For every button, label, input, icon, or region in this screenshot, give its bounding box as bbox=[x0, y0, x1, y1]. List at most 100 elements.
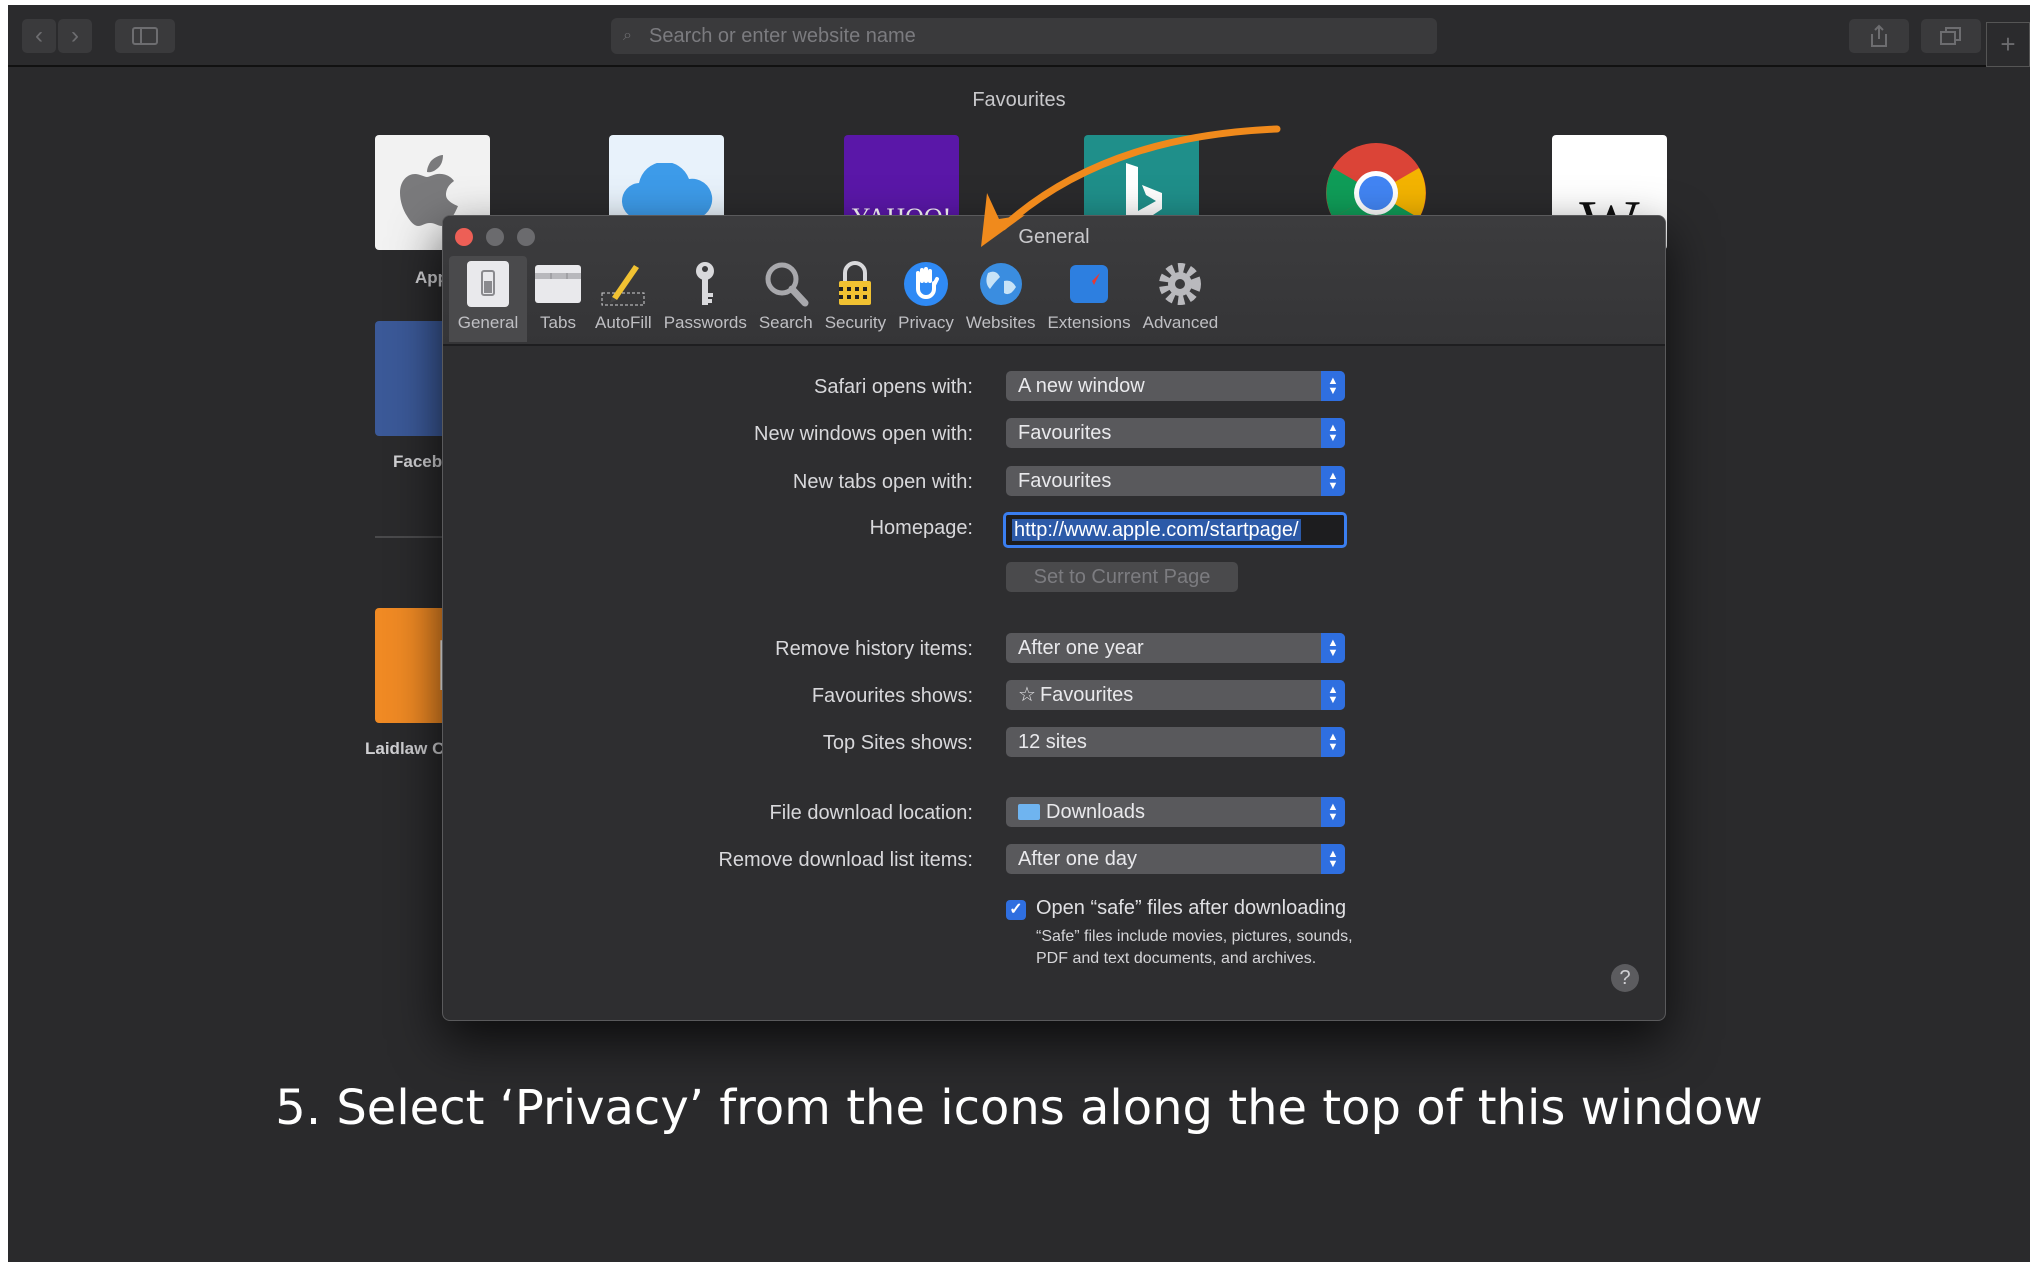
new-tabs-label: New tabs open with: bbox=[792, 471, 973, 493]
select-value: After one day bbox=[1018, 848, 1137, 870]
chevron-updown-icon: ▲ ▼ bbox=[1321, 844, 1345, 874]
tab-label: Security bbox=[824, 313, 887, 332]
homepage-label: Homepage: bbox=[869, 517, 973, 539]
select-value: After one year bbox=[1018, 637, 1144, 659]
open-safe-checkbox[interactable]: ✓ bbox=[1006, 900, 1026, 920]
chevron-updown-icon: ▲ ▼ bbox=[1321, 633, 1345, 663]
chevron-updown-icon: ▲ ▼ bbox=[1321, 727, 1345, 757]
new-windows-select[interactable]: Favourites ▲ ▼ bbox=[1006, 418, 1345, 448]
tab-general[interactable]: General bbox=[449, 256, 527, 342]
chevron-left-icon: ‹ bbox=[35, 22, 43, 49]
tab-label: General bbox=[457, 313, 519, 332]
icloud-icon bbox=[621, 162, 712, 219]
back-button[interactable]: ‹ bbox=[22, 19, 56, 53]
tabs-overview-icon bbox=[1940, 27, 1961, 45]
chevron-updown-icon: ▲ ▼ bbox=[1321, 680, 1345, 710]
address-placeholder: Search or enter website name bbox=[649, 25, 916, 47]
tab-websites[interactable]: Websites bbox=[960, 256, 1042, 342]
select-value: Favourites bbox=[1039, 684, 1134, 706]
share-icon bbox=[1871, 24, 1887, 47]
select-value: 12 sites bbox=[1018, 731, 1087, 753]
tabs-icon bbox=[535, 265, 581, 303]
favourites-title: Favourites bbox=[972, 89, 1066, 111]
select-value: Downloads bbox=[1046, 801, 1145, 823]
plus-icon: + bbox=[2000, 29, 2016, 59]
safari-opens-label: Safari opens with: bbox=[814, 376, 973, 398]
tab-label: Websites bbox=[965, 313, 1036, 332]
star-icon: ☆ bbox=[1018, 684, 1036, 706]
tab-label: Advanced bbox=[1142, 313, 1219, 332]
remove-download-row: Remove download list items: After one da… bbox=[443, 844, 1665, 878]
remove-download-select[interactable]: After one day ▲ ▼ bbox=[1006, 844, 1345, 874]
homepage-value: http://www.apple.com/startpage/ bbox=[1012, 519, 1301, 541]
downloads-folder-icon bbox=[1018, 804, 1040, 820]
new-tabs-select[interactable]: Favourites ▲ ▼ bbox=[1006, 466, 1345, 496]
favourites-shows-label: Favourites shows: bbox=[811, 685, 973, 707]
annotation-arrow bbox=[981, 125, 1281, 247]
tab-autofill[interactable]: AutoFill bbox=[589, 256, 658, 342]
tab-search[interactable]: Search bbox=[753, 256, 819, 342]
download-location-label: File download location: bbox=[769, 802, 973, 824]
general-switch-icon bbox=[467, 261, 509, 307]
key-icon bbox=[696, 262, 715, 305]
padlock-icon bbox=[839, 261, 872, 305]
chevron-right-icon: › bbox=[71, 22, 79, 49]
download-location-select[interactable]: Downloads ▲ ▼ bbox=[1006, 797, 1345, 827]
sidebar-button[interactable] bbox=[115, 19, 175, 53]
tab-passwords[interactable]: Passwords bbox=[658, 256, 753, 342]
tab-label: Privacy bbox=[898, 313, 954, 332]
share-button[interactable] bbox=[1849, 19, 1909, 53]
tab-label: Passwords bbox=[663, 313, 747, 332]
browser-toolbar: ‹ › ⌕ Search or enter website name + bbox=[8, 5, 2030, 67]
set-current-row: Set to Current Page bbox=[443, 562, 1665, 596]
open-safe-note: “Safe” files include movies, pictures, s… bbox=[1036, 928, 1353, 967]
slide: ‹ › ⌕ Search or enter website name + Fav… bbox=[8, 5, 2030, 1262]
select-value: Favourites bbox=[1018, 422, 1112, 444]
preferences-window: General General Tabs AutoFill Passwords … bbox=[442, 215, 1666, 1021]
tab-label: AutoFill bbox=[595, 313, 652, 332]
homepage-field[interactable]: http://www.apple.com/startpage/ bbox=[1003, 512, 1347, 548]
favourites-shows-select[interactable]: ☆ Favourites ▲ ▼ bbox=[1006, 680, 1345, 710]
top-sites-label: Top Sites shows: bbox=[822, 732, 973, 754]
tab-privacy[interactable]: Privacy bbox=[892, 256, 960, 342]
set-to-current-page-button[interactable]: Set to Current Page bbox=[1006, 562, 1238, 592]
tab-label: Search bbox=[758, 313, 813, 332]
favourites-divider bbox=[375, 536, 449, 538]
remove-history-label: Remove history items: bbox=[775, 638, 973, 660]
tab-label: Extensions bbox=[1047, 313, 1131, 332]
chevron-updown-icon: ▲ ▼ bbox=[1321, 797, 1345, 827]
tab-security[interactable]: Security bbox=[819, 256, 892, 342]
chevron-updown-icon: ▲ ▼ bbox=[1321, 371, 1345, 401]
tab-label: Tabs bbox=[540, 313, 576, 332]
globe-icon bbox=[979, 263, 1022, 305]
tab-extensions[interactable]: Extensions bbox=[1041, 256, 1136, 342]
remove-download-label: Remove download list items: bbox=[718, 849, 973, 871]
help-button[interactable]: ? bbox=[1611, 964, 1639, 992]
top-sites-select[interactable]: 12 sites ▲ ▼ bbox=[1006, 727, 1345, 757]
remove-history-select[interactable]: After one year ▲ ▼ bbox=[1006, 633, 1345, 663]
open-safe-row: ✓ Open “safe” files after downloading “S… bbox=[443, 897, 1665, 990]
address-bar[interactable]: ⌕ Search or enter website name bbox=[611, 18, 1437, 54]
tab-tabs[interactable]: Tabs bbox=[527, 256, 589, 342]
safari-opens-select[interactable]: A new window ▲ ▼ bbox=[1006, 371, 1345, 401]
magnifier-icon bbox=[765, 262, 809, 307]
favourite-label-laidlaw: Laidlaw C bbox=[365, 739, 445, 758]
select-value: A new window bbox=[1018, 375, 1145, 397]
instruction-caption: 5. Select ‘Privacy’ from the icons along… bbox=[275, 1080, 1763, 1136]
autofill-pencil-icon bbox=[601, 265, 645, 306]
new-tabs-row: New tabs open with: Favourites ▲ ▼ bbox=[443, 466, 1665, 500]
chevron-updown-icon: ▲ ▼ bbox=[1321, 418, 1345, 448]
top-sites-row: Top Sites shows: 12 sites ▲ ▼ bbox=[443, 727, 1665, 761]
open-safe-label: Open “safe” files after downloading bbox=[1036, 897, 1347, 919]
favourites-shows-row: Favourites shows: ☆ Favourites ▲ ▼ bbox=[443, 680, 1665, 714]
new-tab-button[interactable]: + bbox=[1986, 22, 2030, 67]
forward-button[interactable]: › bbox=[58, 19, 92, 53]
homepage-row: Homepage: http://www.apple.com/startpage… bbox=[443, 512, 1665, 548]
new-windows-label: New windows open with: bbox=[754, 423, 973, 445]
tab-advanced[interactable]: Advanced bbox=[1137, 256, 1225, 342]
privacy-hand-icon bbox=[903, 262, 948, 306]
extensions-compass-icon bbox=[1070, 265, 1109, 303]
gear-icon bbox=[1159, 263, 1202, 305]
download-location-row: File download location: Downloads ▲ ▼ bbox=[443, 797, 1665, 831]
tabs-overview-button[interactable] bbox=[1921, 19, 1981, 53]
